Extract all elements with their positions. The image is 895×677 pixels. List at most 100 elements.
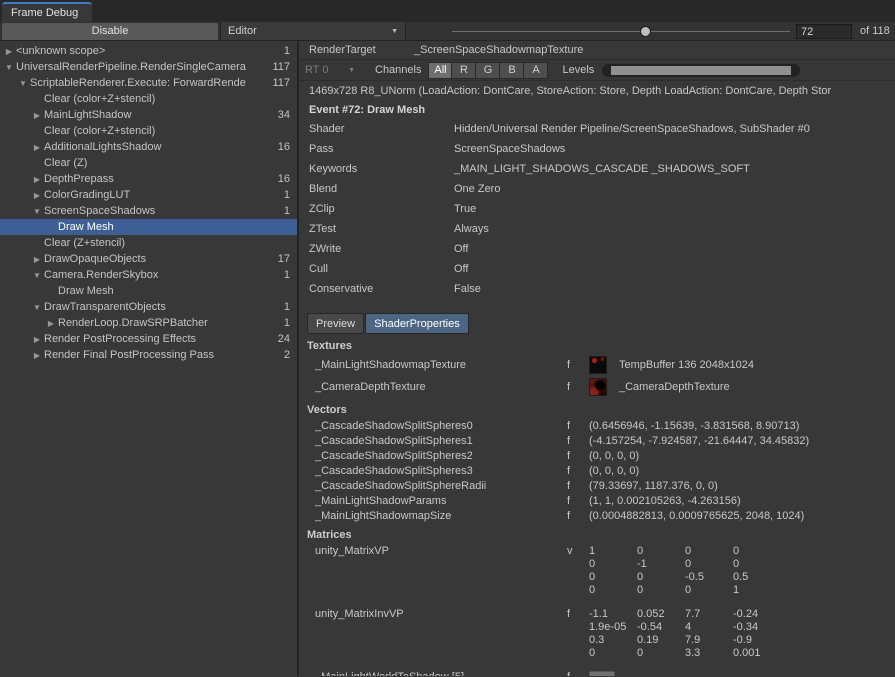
vector-name: _MainLightShadowParams xyxy=(315,495,567,507)
channel-button-g[interactable]: G xyxy=(476,62,500,79)
matrix-type: f xyxy=(567,608,589,660)
foldout-collapsed-icon[interactable]: ▶ xyxy=(30,175,44,184)
vector-type: f xyxy=(567,510,589,522)
tree-row[interactable]: ▶RenderLoop.DrawSRPBatcher1 xyxy=(0,315,297,331)
render-target-format-line: 1469x728 R8_UNorm (LoadAction: DontCare,… xyxy=(299,81,895,101)
matrix-cell: 0 xyxy=(733,545,781,558)
frame-slider-thumb[interactable] xyxy=(640,26,651,37)
foldout-expanded-icon[interactable]: ▼ xyxy=(30,271,44,280)
tree-row[interactable]: ▼Camera.RenderSkybox1 xyxy=(0,267,297,283)
foldout-collapsed-icon[interactable]: ▶ xyxy=(30,143,44,152)
foldout-collapsed-icon[interactable]: ▶ xyxy=(30,111,44,120)
tree-row[interactable]: Draw Mesh xyxy=(0,219,297,235)
frame-debugger-window: Frame Debug Disable Editor ▼ of 118 ▶<un… xyxy=(0,0,895,677)
tab-preview[interactable]: Preview xyxy=(307,313,364,334)
tree-row[interactable]: ▶DrawOpaqueObjects17 xyxy=(0,251,297,267)
tree-item-label: UniversalRenderPipeline.RenderSingleCame… xyxy=(16,61,268,73)
tree-row[interactable]: ▶Render PostProcessing Effects24 xyxy=(0,331,297,347)
tree-row[interactable]: Clear (Z+stencil) xyxy=(0,235,297,251)
tree-row[interactable]: Clear (Z) xyxy=(0,155,297,171)
disable-button[interactable]: Disable xyxy=(2,23,218,40)
property-value: Off xyxy=(454,263,468,275)
tab-preview-label: Preview xyxy=(316,318,355,330)
channel-button-r[interactable]: R xyxy=(452,62,476,79)
matrix-cell: 0 xyxy=(685,558,733,571)
vector-row: _CascadeShadowSplitSpheres3f(0, 0, 0, 0) xyxy=(299,463,895,478)
texture-name: _CameraDepthTexture xyxy=(315,381,567,393)
levels-max-handle[interactable] xyxy=(791,65,799,76)
matrix-cell: 1 xyxy=(589,545,637,558)
foldout-collapsed-icon[interactable]: ▶ xyxy=(44,319,58,328)
channel-button-b[interactable]: B xyxy=(500,62,524,79)
property-value: True xyxy=(454,203,476,215)
tree-item-count: 34 xyxy=(274,109,297,121)
depth-thumbnail[interactable] xyxy=(589,378,607,396)
tree-row[interactable]: Clear (color+Z+stencil) xyxy=(0,91,297,107)
tree-item-count: 16 xyxy=(274,173,297,185)
frame-number-input[interactable] xyxy=(796,24,852,39)
tree-row[interactable]: ▶Render Final PostProcessing Pass2 xyxy=(0,347,297,363)
tree-item-count: 1 xyxy=(280,269,297,281)
tree-item-label: ScriptableRenderer.Execute: ForwardRende xyxy=(30,77,268,89)
tree-row[interactable]: ▼ScriptableRenderer.Execute: ForwardRend… xyxy=(0,75,297,91)
property-value: ScreenSpaceShadows xyxy=(454,143,565,155)
tab-shader-properties-label: ShaderProperties xyxy=(374,318,460,330)
property-label: Pass xyxy=(309,143,454,155)
matrix-cell: 0 xyxy=(589,647,637,660)
textures-list: _MainLightShadowmapTexturefTempBuffer 13… xyxy=(299,354,895,398)
property-row: ZClipTrue xyxy=(299,199,895,219)
tree-row[interactable]: ▼UniversalRenderPipeline.RenderSingleCam… xyxy=(0,59,297,75)
target-dropdown[interactable]: Editor ▼ xyxy=(220,22,406,40)
levels-min-handle[interactable] xyxy=(603,65,611,76)
tree-row[interactable]: Draw Mesh xyxy=(0,283,297,299)
frame-total-label: of 118 xyxy=(860,25,890,37)
levels-range-slider[interactable] xyxy=(602,64,800,77)
vector-name: _CascadeShadowSplitSpheres0 xyxy=(315,420,567,432)
channel-button-all[interactable]: All xyxy=(428,62,452,79)
expand-matrix-button[interactable]: ... xyxy=(589,671,615,676)
tree-row[interactable]: ▼ScreenSpaceShadows1 xyxy=(0,203,297,219)
foldout-expanded-icon[interactable]: ▼ xyxy=(30,303,44,312)
tree-item-count: 117 xyxy=(268,77,297,89)
foldout-expanded-icon[interactable]: ▼ xyxy=(2,63,16,72)
matrix-type: f xyxy=(567,671,589,676)
tree-row[interactable]: ▶DepthPrepass16 xyxy=(0,171,297,187)
vector-value: (1, 1, 0.002105263, -4.263156) xyxy=(589,495,741,507)
tree-row[interactable]: ▶MainLightShadow34 xyxy=(0,107,297,123)
tab-shader-properties[interactable]: ShaderProperties xyxy=(365,313,469,334)
foldout-collapsed-icon[interactable]: ▶ xyxy=(30,351,44,360)
property-row: Keywords_MAIN_LIGHT_SHADOWS_CASCADE _SHA… xyxy=(299,159,895,179)
foldout-expanded-icon[interactable]: ▼ xyxy=(30,207,44,216)
target-dropdown-value: Editor xyxy=(228,25,257,37)
matrix-cell: -0.24 xyxy=(733,608,781,621)
tree-item-label: Draw Mesh xyxy=(58,221,286,233)
tree-row[interactable]: ▶<unknown scope>1 xyxy=(0,43,297,59)
foldout-expanded-icon[interactable]: ▼ xyxy=(16,79,30,88)
foldout-collapsed-icon[interactable]: ▶ xyxy=(30,191,44,200)
channel-button-a[interactable]: A xyxy=(524,62,548,79)
foldout-collapsed-icon[interactable]: ▶ xyxy=(2,47,16,56)
rt-index-dropdown[interactable]: RT 0 ▼ xyxy=(305,64,361,76)
foldout-collapsed-icon[interactable]: ▶ xyxy=(30,335,44,344)
matrix-cell: 0.001 xyxy=(733,647,781,660)
matrix-cell: 0 xyxy=(733,558,781,571)
vector-type: f xyxy=(567,495,589,507)
tree-row[interactable]: ▶AdditionalLightsShadow16 xyxy=(0,139,297,155)
property-row: PassScreenSpaceShadows xyxy=(299,139,895,159)
tree-row[interactable]: ▶ColorGradingLUT1 xyxy=(0,187,297,203)
property-value: Always xyxy=(454,223,489,235)
tree-item-label: Render Final PostProcessing Pass xyxy=(44,349,280,361)
matrix-cell: -0.54 xyxy=(637,621,685,634)
texture-type: f xyxy=(567,359,589,371)
frame-slider[interactable] xyxy=(452,22,790,41)
textures-section-title: Textures xyxy=(299,334,895,354)
matrix-name: _MainLightWorldToShadow [5] xyxy=(315,671,567,676)
tab-frame-debug[interactable]: Frame Debug xyxy=(2,2,92,22)
shadowmap-thumbnail[interactable] xyxy=(589,356,607,374)
tree-row[interactable]: Clear (color+Z+stencil) xyxy=(0,123,297,139)
vector-value: (0, 0, 0, 0) xyxy=(589,465,639,477)
vector-value: (0, 0, 0, 0) xyxy=(589,450,639,462)
foldout-collapsed-icon[interactable]: ▶ xyxy=(30,255,44,264)
matrix-row: _MainLightWorldToShadow [5]f... xyxy=(299,671,895,676)
tree-row[interactable]: ▼DrawTransparentObjects1 xyxy=(0,299,297,315)
